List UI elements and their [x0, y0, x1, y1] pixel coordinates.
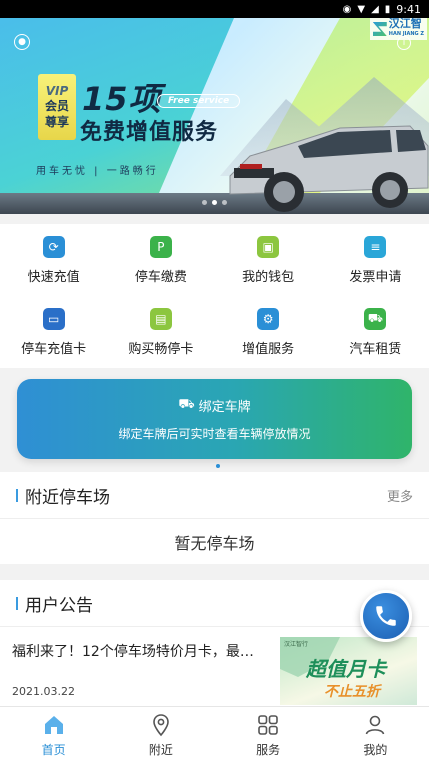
bottom-tab-bar: 首页 附近 服务 我的 — [0, 706, 429, 764]
tab-nearby[interactable]: 附近 — [107, 707, 214, 764]
nearby-parking-title: 附近停车场 — [25, 487, 110, 508]
location-icon — [153, 714, 169, 737]
more-link[interactable]: 更多 — [387, 486, 413, 505]
user-icon[interactable]: ● — [14, 34, 30, 50]
vip-line-2: 尊享 — [44, 115, 69, 129]
home-icon — [44, 716, 63, 734]
bind-plate-section: ⛟ 绑定车牌 绑定车牌后可实时查看车辆停放情况 — [0, 368, 429, 470]
notice-thumbnail: 汉江智行 超值月卡 不止五折 — [280, 637, 417, 705]
status-time: 9:41 — [396, 2, 421, 16]
status-bar: ◉ ▼ ◢ ▮ 9:41 — [0, 0, 429, 18]
thumb-brand: 汉江智行 — [284, 641, 309, 648]
thumb-headline: 超值月卡 — [306, 657, 386, 681]
buy-card-icon: ▤ — [149, 307, 172, 330]
menu-item-parking-pay[interactable]: P 停车缴费 — [107, 224, 214, 296]
menu-item-parking-card[interactable]: ▭ 停车充值卡 — [0, 296, 107, 368]
brand-logo: 汉江智 HAN JIANG Z — [369, 18, 427, 40]
promo-banner[interactable]: ● i 汉江智 HAN JIANG Z VIP 会员 尊享 15项 Free se… — [0, 18, 429, 214]
car-rental-icon: ⛟ — [364, 307, 387, 330]
charge-icon: ⟳ — [42, 235, 65, 258]
banner-subheadline: 免费增值服务 — [80, 120, 219, 145]
quick-menu-grid: ⟳ 快速充值 P 停车缴费 ▣ 我的钱包 ≡ 发票申请 ▭ 停车充值卡 ▤ 购买… — [0, 224, 429, 368]
tab-home[interactable]: 首页 — [0, 707, 107, 764]
nearby-parking-header: 附近停车场 更多 — [0, 472, 429, 518]
invoice-icon: ≡ — [364, 235, 387, 258]
bind-plate-title: 绑定车牌 — [198, 400, 251, 415]
menu-item-wallet[interactable]: ▣ 我的钱包 — [215, 224, 322, 296]
location-status-icon: ◉ — [342, 3, 352, 15]
vip-badge: VIP 会员 尊享 — [38, 74, 76, 140]
carousel-indicator[interactable] — [0, 200, 429, 205]
bind-plate-card[interactable]: ⛟ 绑定车牌 绑定车牌后可实时查看车辆停放情况 — [17, 379, 412, 459]
menu-item-invoice[interactable]: ≡ 发票申请 — [322, 224, 429, 296]
notice-title: 用户公告 — [25, 595, 93, 616]
logo-subtext: HAN JIANG Z — [388, 31, 424, 37]
notice-item-date: 2021.03.22 — [12, 685, 75, 698]
suv-car-image — [229, 125, 429, 212]
service-icon: ⚙ — [257, 307, 280, 330]
app-screen: ◉ ▼ ◢ ▮ 9:41 ● i 汉江智 HAN JIANG Z VIP 会员 尊… — [0, 0, 429, 764]
menu-item-quick-charge[interactable]: ⟳ 快速充值 — [0, 224, 107, 296]
notice-list-item[interactable]: 福利来了！12个停车场特价月卡，最… 2021.03.22 汉江智行 超值月卡 … — [0, 626, 429, 706]
menu-item-car-rental[interactable]: ⛟ 汽车租赁 — [322, 296, 429, 368]
bind-plate-description: 绑定车牌后可实时查看车辆停放情况 — [118, 427, 311, 441]
nearby-empty-state: 暂无停车场 — [0, 518, 429, 564]
signal-icon: ◢ — [371, 3, 379, 15]
banner-slogan: 用车无忧 | 一路畅行 — [36, 166, 159, 177]
wallet-icon: ▣ — [257, 235, 280, 258]
tab-service[interactable]: 服务 — [215, 707, 322, 764]
battery-icon: ▮ — [384, 3, 391, 15]
thumb-subline: 不止五折 — [324, 684, 380, 700]
profile-icon — [366, 715, 385, 735]
tab-profile[interactable]: 我的 — [322, 707, 429, 764]
menu-item-value-added[interactable]: ⚙ 增值服务 — [215, 296, 322, 368]
phone-icon — [376, 606, 396, 626]
menu-item-buy-card[interactable]: ▤ 购买畅停卡 — [107, 296, 214, 368]
brand-mark-icon — [372, 22, 387, 36]
car-plate-icon: ⛟ — [178, 397, 195, 412]
card-page-indicator — [216, 464, 220, 468]
parking-pay-icon: P — [149, 235, 172, 258]
card-icon: ▭ — [42, 307, 65, 330]
vip-line-1: 会员 — [44, 99, 69, 113]
wifi-icon: ▼ — [357, 3, 366, 15]
vip-text: VIP — [45, 84, 69, 98]
notice-item-title: 福利来了！12个停车场特价月卡，最… — [12, 644, 254, 660]
customer-service-phone-button[interactable] — [360, 590, 412, 642]
grid-icon — [258, 715, 278, 735]
